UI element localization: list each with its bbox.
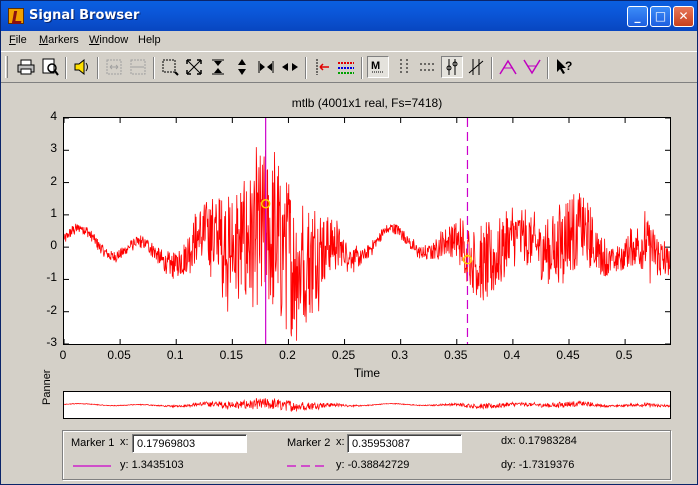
marker-readout-panel: Marker 1 x: 0.17969803 Marker 2 x: 0.359…	[62, 430, 671, 480]
maximize-button[interactable]: □	[650, 6, 671, 27]
menu-markers[interactable]: Markers	[39, 34, 79, 46]
printer-icon[interactable]	[15, 56, 37, 78]
marker2-x-field[interactable]: 0.35953087	[347, 434, 462, 453]
horizontal-zoom-out-icon[interactable]	[279, 56, 301, 78]
vertical-zoom-out-icon[interactable]	[231, 56, 253, 78]
signal-browser-window: Signal Browser _ □ ✕ File Markers Window…	[0, 0, 698, 485]
panner-label: Panner	[41, 369, 53, 405]
menu-bar: File Markers Window Help	[1, 31, 697, 51]
array-signals-icon[interactable]	[335, 56, 357, 78]
x-tick-label: 0.45	[556, 348, 580, 362]
window-title: Signal Browser	[29, 8, 140, 23]
x-tick-label: 0.15	[219, 348, 243, 362]
dx-readout: dx: 0.17983284	[501, 435, 577, 447]
y-tick-label: 0	[50, 238, 57, 253]
speaker-icon[interactable]	[71, 56, 93, 78]
matlab-app-icon	[8, 8, 24, 24]
dy-readout: dy: -1.7319376	[501, 459, 575, 471]
marker2-x-label: x:	[336, 436, 345, 448]
marker1-line-swatch	[73, 465, 111, 467]
print-preview-icon[interactable]	[39, 56, 61, 78]
svg-text:M: M	[371, 60, 380, 72]
main-axes[interactable]	[63, 117, 671, 345]
y-tick-label: 4	[50, 109, 57, 123]
marker2-line-swatch	[287, 465, 325, 467]
horizontal-zoom-in-icon[interactable]	[255, 56, 277, 78]
x-tick-label: 0.2	[279, 348, 296, 362]
vertical-markers-icon[interactable]	[393, 56, 415, 78]
zoom-in-x-icon[interactable]	[103, 56, 125, 78]
x-tick-label: 0.25	[331, 348, 356, 362]
x-tick-label: 0.3	[391, 348, 408, 362]
x-tick-label: 0.5	[615, 348, 633, 362]
x-tick-label: 0.35	[444, 348, 468, 362]
marker1-x-field[interactable]: 0.17969803	[132, 434, 247, 453]
toolbar-grip[interactable]	[5, 56, 8, 78]
marker2-y-readout: y: -0.38842729	[336, 459, 410, 471]
plot-title: mtlb (4001x1 real, Fs=7418)	[291, 96, 443, 110]
select-signal-icon[interactable]	[311, 56, 333, 78]
marker1-x-label: x:	[120, 436, 129, 448]
minimize-button[interactable]: _	[627, 6, 648, 27]
x-axis-title: Time	[353, 366, 381, 380]
y-tick-label: 3	[50, 141, 57, 156]
marker1-label: Marker 1	[71, 437, 115, 449]
panner-plot[interactable]	[63, 392, 671, 418]
full-view-icon[interactable]	[183, 56, 205, 78]
signal-plot[interactable]	[63, 117, 671, 345]
y-tick-label: -2	[46, 302, 57, 317]
zoom-out-x-icon[interactable]	[127, 56, 149, 78]
valleys-icon[interactable]	[521, 56, 543, 78]
menu-window[interactable]: Window	[89, 34, 128, 46]
panner-series-line	[63, 398, 671, 412]
x-tick-label: 0.05	[107, 348, 131, 362]
marker2-label: Marker 2	[287, 437, 331, 449]
svg-text:?: ?	[565, 59, 572, 73]
panner-axes[interactable]	[63, 391, 671, 419]
horizontal-markers-icon[interactable]	[417, 56, 439, 78]
marker1-y-readout: y: 1.3435103	[120, 459, 184, 471]
toolbar: M ?	[1, 51, 697, 83]
x-tick-label: 0.4	[503, 348, 521, 362]
slope-markers-icon[interactable]	[465, 56, 487, 78]
marker-toggle-icon[interactable]: M	[367, 56, 389, 78]
menu-help[interactable]: Help	[138, 34, 161, 46]
y-tick-label: -3	[46, 335, 57, 349]
whats-this-icon[interactable]: ?	[553, 56, 575, 78]
y-tick-label: -1	[46, 270, 57, 285]
menu-file[interactable]: File	[9, 34, 27, 46]
signal-series-line	[63, 147, 671, 341]
title-bar[interactable]: Signal Browser _ □ ✕	[1, 1, 697, 31]
y-tick-label: 2	[50, 173, 57, 188]
x-tick-label: 0	[59, 348, 67, 362]
zoom-box-icon[interactable]	[159, 56, 181, 78]
vertical-zoom-in-icon[interactable]	[207, 56, 229, 78]
y-tick-label: 1	[50, 205, 57, 220]
x-tick-label: 0.1	[166, 348, 184, 362]
peaks-icon[interactable]	[497, 56, 519, 78]
close-button[interactable]: ✕	[673, 6, 694, 27]
track-markers-icon[interactable]	[441, 56, 463, 78]
